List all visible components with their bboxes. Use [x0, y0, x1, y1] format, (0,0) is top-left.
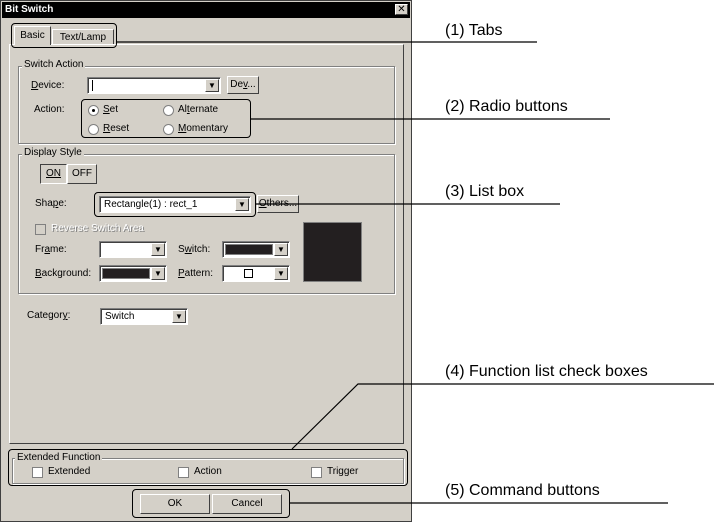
- callout-lines: [117, 41, 714, 504]
- tab-basic[interactable]: Basic: [14, 26, 51, 45]
- annotation-list-box: (3) List box: [445, 183, 525, 200]
- annotation-function-list-check-boxes: (4) Function list check boxes: [445, 363, 648, 380]
- annotation-command-buttons: (5) Command buttons: [445, 482, 600, 499]
- annotation-tabs: (1) Tabs: [445, 22, 503, 39]
- tab-basic-label: Basic: [20, 30, 45, 41]
- annotation-radio-buttons: (2) Radio buttons: [445, 98, 568, 115]
